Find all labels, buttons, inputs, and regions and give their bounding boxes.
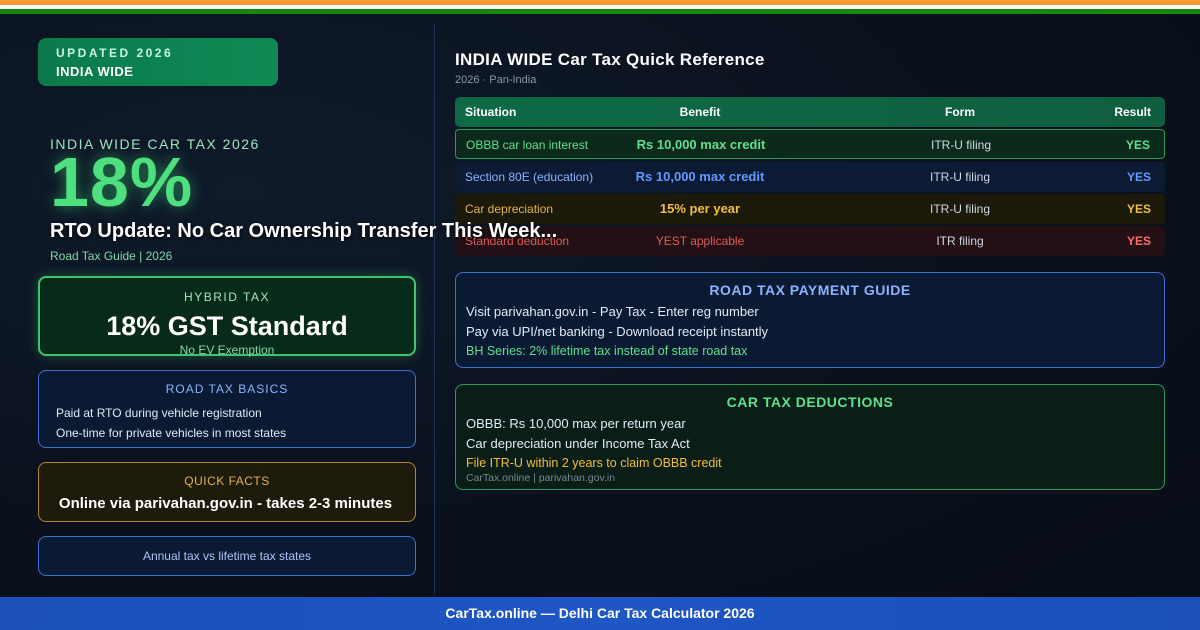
footer-banner[interactable]: CarTax.online — Delhi Car Tax Calculator… [0, 597, 1200, 630]
column-divider [434, 24, 435, 594]
cell-result: YES [1125, 138, 1150, 152]
deductions-item: OBBB: Rs 10,000 max per return year [466, 416, 686, 431]
badge-line-1: UPDATED 2026 [56, 46, 174, 60]
badge-line-2: INDIA WIDE [56, 64, 134, 79]
hero-subhead: Road Tax Guide | 2026 [50, 249, 173, 263]
hero-headline[interactable]: RTO Update: No Car Ownership Transfer Th… [50, 220, 557, 243]
cell-result: YES [1126, 170, 1151, 184]
deductions-source: CarTax.online | parivahan.gov.in [466, 472, 616, 484]
hybrid-card-title: HYBRID TAX [184, 290, 270, 304]
column-header-situation: Situation [465, 105, 517, 119]
deductions-item: Car depreciation under Income Tax Act [466, 436, 690, 451]
cell-result: YES [1126, 202, 1151, 216]
payment-guide-item: Pay via UPI/net banking - Download recei… [466, 324, 769, 339]
cell-benefit: 15% per year [659, 201, 741, 216]
updated-badge: UPDATED 2026 INDIA WIDE [38, 38, 278, 86]
basics-card-title: ROAD TAX BASICS [165, 382, 289, 396]
payment-guide-item: BH Series: 2% lifetime tax instead of st… [466, 344, 748, 358]
cell-benefit: YEST applicable [655, 234, 745, 248]
deductions-card: CAR TAX DEDUCTIONS OBBB: Rs 10,000 max p… [455, 384, 1165, 490]
payment-guide-card: ROAD TAX PAYMENT GUIDE Visit parivahan.g… [455, 272, 1165, 368]
cell-result: YES [1126, 234, 1151, 248]
reference-title: INDIA WIDE Car Tax Quick Reference [455, 50, 765, 69]
cell-benefit: Rs 10,000 max credit [635, 169, 765, 184]
payment-guide-item: Visit parivahan.gov.in - Pay Tax - Enter… [466, 304, 759, 319]
road-tax-basics-card: ROAD TAX BASICS Paid at RTO during vehic… [38, 370, 416, 448]
table-row: Standard deduction YEST applicable ITR f… [455, 226, 1165, 256]
cell-benefit: Rs 10,000 max credit [636, 137, 766, 152]
annual-vs-lifetime-card: Annual tax vs lifetime tax states [38, 536, 416, 576]
column-header-form: Form [945, 105, 975, 119]
flag-green-band [0, 9, 1200, 14]
quick-facts-card: QUICK FACTS Online via parivahan.gov.in … [38, 462, 416, 522]
payment-guide-title: ROAD TAX PAYMENT GUIDE [709, 282, 911, 298]
basics-item: Paid at RTO during vehicle registration [56, 406, 262, 420]
hybrid-tax-card: HYBRID TAX 18% GST Standard No EV Exempt… [38, 276, 416, 357]
facts-card-title: QUICK FACTS [184, 474, 270, 488]
hybrid-card-value: 18% GST Standard [106, 311, 348, 341]
cell-situation: Section 80E (education) [465, 170, 594, 184]
column-header-result: Result [1114, 105, 1151, 119]
facts-card-value: Online via parivahan.gov.in - takes 2-3 … [58, 495, 393, 512]
basics-item: One-time for private vehicles in most st… [56, 426, 287, 440]
cell-form: ITR-U filing [930, 138, 991, 152]
cell-situation: OBBB car loan interest [466, 138, 589, 152]
table-row: Section 80E (education) Rs 10,000 max cr… [455, 162, 1165, 192]
hybrid-card-note: No EV Exemption [179, 343, 275, 357]
india-flag-stripe [0, 0, 1200, 14]
cell-form: ITR filing [936, 234, 984, 248]
hero-big-value: 18% [50, 143, 194, 221]
deductions-title: CAR TAX DEDUCTIONS [726, 394, 894, 410]
reference-subtitle: 2026 · Pan-India [455, 74, 537, 86]
reference-table-header: Situation Benefit Form Result [455, 97, 1165, 127]
table-row: Car depreciation 15% per year ITR-U fili… [455, 194, 1165, 224]
column-header-benefit: Benefit [679, 105, 721, 119]
cell-form: ITR-U filing [929, 170, 990, 184]
table-row: OBBB car loan interest Rs 10,000 max cre… [455, 129, 1165, 159]
cell-form: ITR-U filing [929, 202, 990, 216]
deductions-item: File ITR-U within 2 years to claim OBBB … [466, 456, 722, 470]
